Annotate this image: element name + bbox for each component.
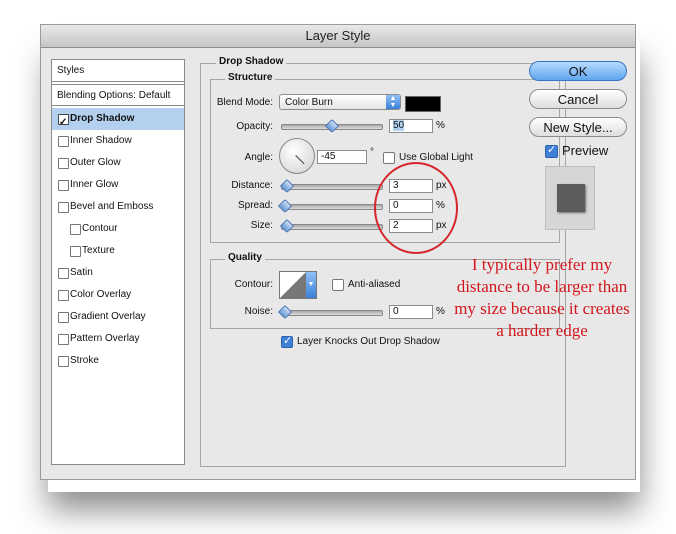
- style-item-pattern-overlay[interactable]: Pattern Overlay: [52, 328, 184, 350]
- degree-unit: °: [370, 147, 374, 158]
- noise-unit: %: [436, 306, 445, 317]
- style-item-drop-shadow[interactable]: Drop Shadow: [52, 108, 184, 134]
- style-item-gradient-overlay[interactable]: Gradient Overlay: [52, 306, 184, 328]
- opacity-value: 50: [393, 120, 405, 131]
- knockout-label: Layer Knocks Out Drop Shadow: [297, 336, 440, 347]
- chevron-updown-icon: ▲ ▼: [386, 95, 400, 109]
- style-item-checkbox[interactable]: [58, 334, 69, 345]
- distance-label: Distance:: [231, 180, 273, 191]
- preview-shape: [557, 184, 585, 212]
- style-item-checkbox[interactable]: [58, 112, 69, 134]
- knockout-checkbox[interactable]: [281, 334, 293, 348]
- style-item-label: Bevel and Emboss: [70, 201, 154, 212]
- opacity-slider[interactable]: [281, 118, 383, 134]
- size-slider[interactable]: [279, 218, 383, 234]
- contour-label: Contour:: [234, 279, 273, 290]
- style-item-label: Pattern Overlay: [70, 333, 140, 344]
- noise-slider[interactable]: [277, 304, 383, 320]
- style-item-checkbox[interactable]: [58, 356, 69, 367]
- dialog-title: Layer Style: [41, 25, 635, 48]
- style-item-checkbox[interactable]: [70, 246, 81, 257]
- style-item-bevel-and-emboss[interactable]: Bevel and Emboss: [52, 196, 184, 218]
- style-item-contour[interactable]: Contour: [52, 218, 184, 240]
- spread-slider[interactable]: [277, 198, 383, 214]
- style-item-checkbox[interactable]: [58, 136, 69, 147]
- opacity-label: Opacity:: [236, 121, 273, 132]
- noise-label: Noise:: [244, 306, 273, 317]
- style-item-checkbox[interactable]: [58, 312, 69, 323]
- style-item-checkbox[interactable]: [58, 268, 69, 279]
- opacity-unit: %: [436, 120, 445, 131]
- preview-thumbnail: [545, 166, 595, 230]
- style-item-label: Color Overlay: [70, 289, 132, 300]
- style-item-label: Inner Shadow: [70, 135, 132, 146]
- styles-header[interactable]: Styles: [52, 60, 184, 82]
- blending-options-item[interactable]: Blending Options: Default: [52, 84, 184, 106]
- style-item-label: Outer Glow: [70, 157, 121, 168]
- angle-label: Angle:: [244, 152, 273, 163]
- style-item-color-overlay[interactable]: Color Overlay: [52, 284, 184, 306]
- style-item-inner-shadow[interactable]: Inner Shadow: [52, 130, 184, 152]
- quality-title: Quality: [225, 252, 265, 263]
- style-item-label: Texture: [82, 245, 115, 256]
- style-item-label: Gradient Overlay: [70, 311, 146, 322]
- size-label: Size:: [250, 220, 273, 231]
- layer-style-dialog: Layer Style Styles Blending Options: Def…: [40, 24, 636, 480]
- angle-input[interactable]: -45: [317, 150, 367, 164]
- drop-shadow-title: Drop Shadow: [216, 56, 287, 67]
- style-item-checkbox[interactable]: [70, 224, 81, 235]
- anti-aliased-label: Anti-aliased: [348, 279, 401, 290]
- style-item-checkbox[interactable]: [58, 202, 69, 213]
- cancel-button[interactable]: Cancel: [529, 89, 627, 109]
- style-item-label: Drop Shadow: [70, 113, 135, 124]
- angle-dial[interactable]: [279, 138, 315, 174]
- style-item-satin[interactable]: Satin: [52, 262, 184, 284]
- shadow-color-swatch[interactable]: [405, 96, 441, 112]
- anti-aliased-checkbox[interactable]: [332, 279, 344, 291]
- annotation-text: I typically prefer my distance to be lar…: [454, 255, 630, 340]
- style-item-label: Inner Glow: [70, 179, 119, 190]
- opacity-input[interactable]: 50: [389, 119, 433, 133]
- blend-mode-label: Blend Mode:: [216, 97, 273, 108]
- contour-dropdown-icon: ▼: [306, 272, 316, 298]
- style-item-label: Stroke: [70, 355, 99, 366]
- blend-mode-value: Color Burn: [285, 97, 333, 108]
- annotation-circle: [374, 162, 458, 254]
- new-style-button[interactable]: New Style...: [529, 117, 627, 137]
- style-item-checkbox[interactable]: [58, 290, 69, 301]
- style-item-outer-glow[interactable]: Outer Glow: [52, 152, 184, 174]
- style-item-inner-glow[interactable]: Inner Glow: [52, 174, 184, 196]
- blend-mode-select[interactable]: Color Burn ▲ ▼: [279, 94, 401, 110]
- style-item-checkbox[interactable]: [58, 158, 69, 169]
- style-item-label: Contour: [82, 223, 118, 234]
- style-item-checkbox[interactable]: [58, 180, 69, 191]
- contour-picker[interactable]: ▼: [279, 271, 317, 299]
- angle-dial-needle: [295, 155, 305, 165]
- use-global-light-checkbox[interactable]: [383, 152, 395, 164]
- preview-label: Preview: [562, 143, 609, 158]
- contour-linear-icon: [280, 272, 306, 298]
- distance-slider[interactable]: [279, 178, 383, 194]
- styles-list: Styles Blending Options: Default Drop Sh…: [51, 59, 185, 465]
- structure-title: Structure: [225, 72, 276, 83]
- spread-label: Spread:: [237, 200, 273, 211]
- style-item-label: Satin: [70, 267, 93, 278]
- style-item-stroke[interactable]: Stroke: [52, 350, 184, 372]
- style-item-texture[interactable]: Texture: [52, 240, 184, 262]
- noise-input[interactable]: 0: [389, 305, 433, 319]
- preview-checkbox[interactable]: [545, 143, 558, 158]
- ok-button[interactable]: OK: [529, 61, 627, 81]
